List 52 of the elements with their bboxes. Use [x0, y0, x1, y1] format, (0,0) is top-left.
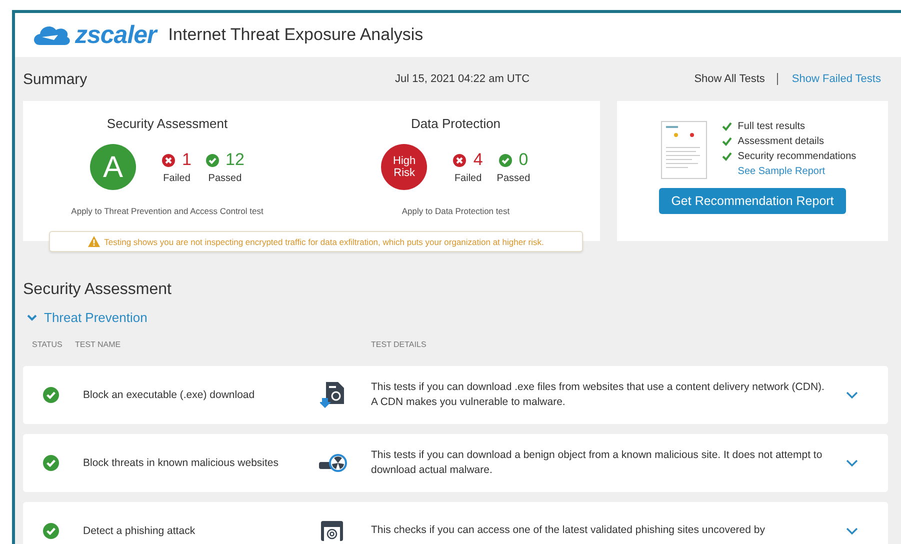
score-note: Apply to Data Protection test	[402, 206, 510, 216]
check-icon	[722, 137, 732, 146]
test-name: Block threats in known malicious websites	[82, 457, 280, 469]
failed-label: Failed	[454, 173, 482, 184]
test-row[interactable]: Block an executable (.exe) download This tests if you can download .exe files from websites that use a content delivery network (CDN). A CDN makes you vulnerable to malware.	[23, 366, 888, 424]
chevron-down-icon[interactable]	[846, 527, 858, 535]
column-header: TEST DETAILS	[371, 340, 428, 349]
test-row[interactable]: Block threats in known malicious websites This tests if you can download a benign object from a known malicious site. It does not attempt to download actual malware.	[23, 434, 888, 492]
chevron-down-icon[interactable]	[846, 459, 858, 467]
get-report-button[interactable]: Get Recommendation Report	[659, 188, 846, 214]
summary-title: Summary	[23, 70, 88, 88]
pass-icon	[206, 154, 219, 166]
score-title: Security Assessment	[106, 116, 228, 131]
grade-badge: A	[90, 144, 136, 190]
feature-text: Assessment details	[738, 136, 824, 147]
fail-icon	[453, 154, 466, 166]
chevron-down-icon[interactable]	[846, 391, 858, 399]
check-icon	[722, 152, 732, 161]
feature-text: Full test results	[738, 121, 806, 132]
passed-label: Passed	[496, 173, 530, 184]
passed-count: 12	[226, 150, 244, 170]
logo-text: zscaler	[75, 20, 156, 50]
report-thumbnail-icon	[660, 121, 707, 179]
feature-text: Security recommendations	[738, 151, 856, 162]
passed-label: Passed	[208, 173, 242, 184]
test-name: Detect a phishing attack	[82, 525, 196, 537]
failed-count: 4	[473, 150, 483, 170]
score-note: Apply to Threat Prevention and Access Control test	[71, 206, 264, 216]
chevron-icon	[27, 314, 37, 322]
grade-badge: High Risk	[381, 144, 428, 190]
warning-text: Testing shows you are not inspecting encrypted traffic for data exfiltration, which puts your organization at higher risk.	[104, 236, 544, 246]
sample-report-link[interactable]: See Sample Report	[738, 166, 856, 177]
warning-icon	[88, 236, 100, 247]
report-date: Jul 15, 2021 04:22 am UTC	[395, 73, 531, 85]
test-details: This checks if you can access one of the latest validated phishing sites uncovered by	[371, 523, 766, 538]
filter-link[interactable]: Show All Tests	[694, 73, 765, 85]
failed-label: Failed	[163, 173, 190, 184]
column-header: TEST NAME	[75, 340, 122, 349]
test-details: This tests if you can download .exe files from websites that use a content delivery network (CDN). A CDN makes you vulnerable to malware.	[371, 380, 826, 410]
pass-icon	[498, 154, 512, 166]
section-title: Security Assessment	[23, 281, 172, 299]
column-header: STATUS	[31, 340, 64, 349]
test-details: This tests if you can download a benign object from a known malicious site. It does not attempt to download actual malware.	[371, 448, 824, 478]
failed-count: 1	[182, 150, 192, 170]
fail-icon	[162, 154, 176, 166]
page-title: Internet Threat Exposure Analysis	[168, 25, 424, 45]
test-name: Block an executable (.exe) download	[82, 389, 256, 401]
test-row[interactable]: Detect a phishing attack This checks if you can access one of the latest validated phishing sites uncovered by	[23, 502, 888, 544]
check-icon	[722, 122, 732, 131]
hazard-icon	[319, 452, 349, 474]
passed-count: 0	[518, 150, 528, 170]
score-title: Data Protection	[410, 116, 501, 131]
